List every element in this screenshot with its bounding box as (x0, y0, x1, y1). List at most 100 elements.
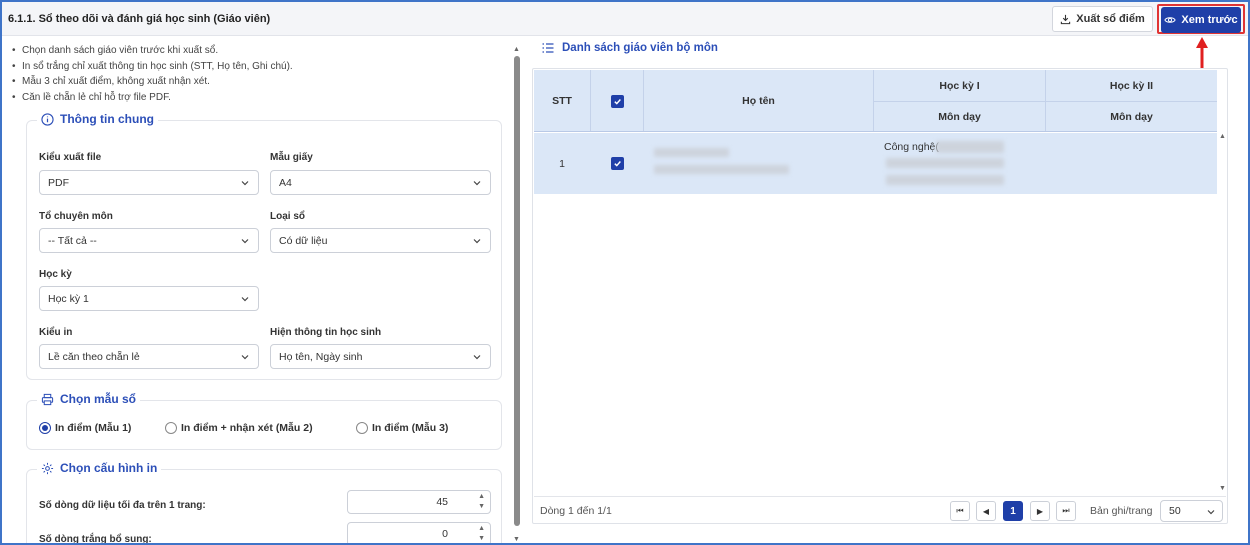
semester-select[interactable]: Học kỳ 1 (39, 286, 259, 311)
printer-icon (41, 393, 54, 405)
table-scrollbar[interactable]: ▲ ▼ (1218, 133, 1227, 495)
col-select-all[interactable] (591, 70, 643, 132)
col-subject-sem1: Môn dạy (938, 111, 981, 123)
preview-label: Xem trước (1181, 14, 1238, 26)
info-icon (41, 112, 54, 126)
col-sem2: Học kỳ II (1109, 79, 1154, 92)
next-page-button[interactable]: ▶ (1030, 501, 1050, 521)
per-page-select[interactable]: 50 (1160, 500, 1223, 522)
scroll-thumb[interactable] (514, 56, 520, 526)
scroll-down-icon[interactable]: ▼ (1219, 485, 1226, 492)
app-frame: 6.1.1. Sổ theo dõi và đánh giá học sinh … (0, 0, 1250, 545)
teacher-list-title: Danh sách giáo viên bộ môn (542, 42, 718, 54)
template-option-1[interactable]: In điểm (Mẫu 1) (39, 422, 131, 434)
print-type-value: Lề căn theo chẵn lẻ (48, 350, 140, 363)
note-item: Căn lề chẵn lẻ chỉ hỗ trợ file PDF. (12, 90, 293, 106)
redacted-subject-detail (936, 141, 1004, 153)
scroll-up-icon[interactable]: ▲ (513, 46, 520, 53)
scroll-down-icon[interactable]: ▼ (513, 536, 520, 543)
student-info-select[interactable]: Họ tên, Ngày sinh (270, 344, 491, 369)
last-page-button[interactable]: ⏭ (1056, 501, 1076, 521)
chevron-down-icon (241, 181, 249, 186)
print-type-label: Kiểu in (39, 327, 73, 338)
export-grades-label: Xuất sổ điểm (1076, 13, 1145, 25)
preview-button[interactable]: Xem trước (1161, 7, 1241, 33)
table-row[interactable]: 1 Công nghệ( (534, 133, 1217, 194)
print-config-title: Chọn cấu hình in (37, 461, 162, 475)
prev-page-button[interactable]: ◀ (976, 501, 996, 521)
general-info-group: Thông tin chung Kiểu xuất file PDF Mẫu g… (26, 112, 502, 380)
download-icon (1061, 14, 1071, 24)
row-stt: 1 (559, 157, 565, 170)
template-option-label: In điểm + nhận xét (Mẫu 2) (181, 422, 313, 434)
notes-list: Chọn danh sách giáo viên trước khi xuất … (12, 43, 293, 105)
row-checkbox[interactable] (610, 157, 624, 170)
preview-highlight: Xem trước (1157, 4, 1245, 34)
template-title: Chọn mẫu sổ (37, 392, 141, 406)
list-icon (542, 43, 554, 53)
dept-label: Tổ chuyên môn (39, 211, 113, 222)
page-header: 6.1.1. Sổ theo dõi và đánh giá học sinh … (2, 2, 1248, 36)
teacher-list-label: Danh sách giáo viên bộ môn (562, 42, 718, 54)
paper-label: Mẫu giấy (270, 152, 313, 163)
student-info-value: Họ tên, Ngày sinh (279, 350, 363, 363)
chevron-down-icon (473, 181, 481, 186)
redacted-subject-detail (886, 175, 1004, 185)
semester-label: Học kỳ (39, 269, 72, 280)
check-icon (613, 98, 621, 105)
row-subject-sem1: Công nghệ( (884, 141, 939, 153)
max-rows-input[interactable]: 45 ▲ ▼ (347, 490, 491, 514)
select-all-checkbox[interactable] (610, 94, 624, 108)
template-option-2[interactable]: In điểm + nhận xét (Mẫu 2) (165, 422, 313, 434)
paper-value: A4 (279, 176, 292, 189)
paper-select[interactable]: A4 (270, 170, 491, 195)
print-type-select[interactable]: Lề căn theo chẵn lẻ (39, 344, 259, 369)
student-info-label: Hiện thông tin học sinh (270, 327, 382, 338)
book-type-value: Có dữ liệu (279, 234, 328, 247)
template-label: Chọn mẫu sổ (60, 392, 137, 406)
col-name: Họ tên (742, 95, 775, 107)
book-type-select[interactable]: Có dữ liệu (270, 228, 491, 253)
max-rows-value: 45 (436, 496, 448, 508)
template-option-label: In điểm (Mẫu 3) (372, 422, 449, 434)
page-1-button[interactable]: 1 (1003, 501, 1023, 521)
dept-value: -- Tất cả -- (48, 234, 97, 247)
file-type-value: PDF (48, 176, 69, 189)
radio-selected[interactable] (39, 422, 51, 434)
template-group: Chọn mẫu sổ In điểm (Mẫu 1) In điểm + nh… (26, 392, 502, 450)
radio-unselected[interactable] (356, 422, 368, 434)
file-type-select[interactable]: PDF (39, 170, 259, 195)
stepper-arrows[interactable]: ▲ ▼ (478, 525, 485, 543)
dept-select[interactable]: -- Tất cả -- (39, 228, 259, 253)
note-item: Mẫu 3 chỉ xuất điểm, không xuất nhận xét… (12, 74, 293, 90)
chevron-down-icon (1207, 510, 1215, 515)
left-scrollbar[interactable]: ▲ ▼ (513, 46, 521, 543)
print-config-label: Chọn cấu hình in (60, 461, 158, 475)
first-page-button[interactable]: ⏮ (950, 501, 970, 521)
col-subject-sem2: Môn dạy (1110, 111, 1153, 123)
check-icon (613, 161, 621, 167)
general-info-label: Thông tin chung (60, 112, 154, 126)
template-option-3[interactable]: In điểm (Mẫu 3) (356, 422, 448, 434)
page-title: 6.1.1. Sổ theo dõi và đánh giá học sinh … (8, 13, 271, 25)
note-item: In sổ trắng chỉ xuất thông tin học sinh … (12, 59, 293, 75)
row-count-text: Dòng 1 đến 1/1 (540, 505, 612, 517)
blank-rows-label: Số dòng trắng bổ sung: (39, 534, 152, 545)
template-option-label: In điểm (Mẫu 1) (55, 422, 132, 434)
table-footer: Dòng 1 đến 1/1 ⏮ ◀ 1 ▶ ⏭ Bản ghi/trang 5… (534, 496, 1226, 523)
print-config-group: Chọn cấu hình in Số dòng dữ liệu tối đa … (26, 461, 502, 545)
per-page-value: 50 (1169, 505, 1181, 517)
radio-unselected[interactable] (165, 422, 177, 434)
scroll-up-icon[interactable]: ▲ (1219, 133, 1226, 140)
gear-icon (41, 462, 54, 474)
settings-panel: Chọn danh sách giáo viên trước khi xuất … (2, 37, 524, 545)
max-rows-label: Số dòng dữ liệu tối đa trên 1 trang: (39, 500, 206, 511)
semester-value: Học kỳ 1 (48, 292, 89, 305)
blank-rows-input[interactable]: 0 ▲ ▼ (347, 522, 491, 543)
chevron-down-icon (473, 239, 481, 244)
note-item: Chọn danh sách giáo viên trước khi xuất … (12, 43, 293, 59)
chevron-down-icon (241, 297, 249, 302)
row-select[interactable] (591, 133, 643, 194)
export-grades-button[interactable]: Xuất sổ điểm (1052, 6, 1153, 32)
stepper-arrows[interactable]: ▲ ▼ (478, 493, 485, 511)
